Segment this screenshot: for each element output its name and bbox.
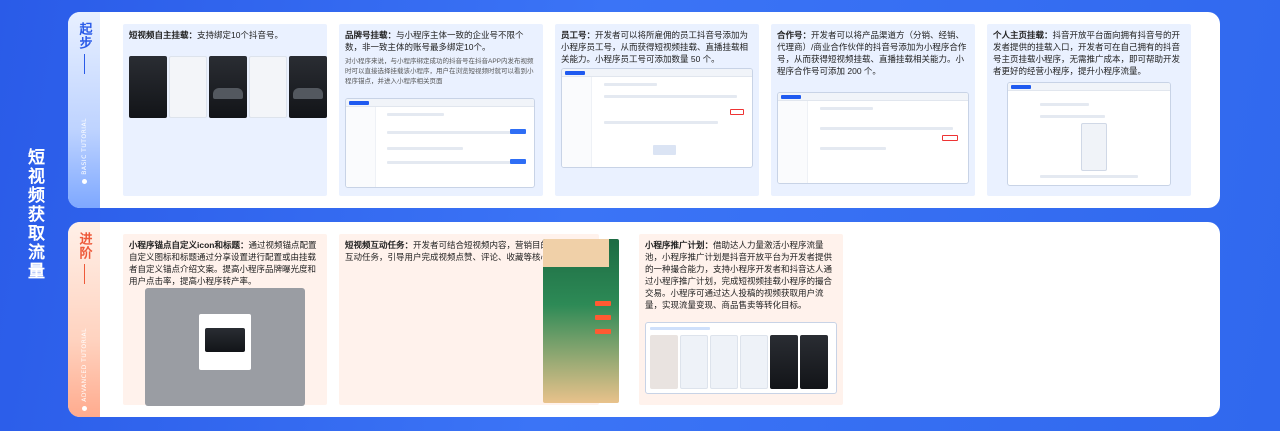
card-text: 小程序锚点自定义icon和标题：通过视频锚点配置自定义图标和标题通过分享设置进行… (129, 239, 321, 287)
card-employee-account: 员工号：开发者可以将所雇佣的员工抖音号添加为小程序员工号，从而获得短视频挂载、直… (555, 24, 759, 196)
card-title: 个人主页挂载： (993, 30, 1053, 40)
card-promotion-plan: 小程序推广计划：借助达人力量激活小程序流量池，小程序推广计划是抖音开放平台为开发… (639, 234, 843, 405)
page-title: 短视频获取流量 (24, 148, 44, 281)
dot-icon (81, 178, 87, 184)
advanced-tutorial-panel: 进阶 ADVANCED TUTORIAL 小程序锚点自定义icon和标题：通过视… (68, 222, 1220, 417)
phone-screenshot (249, 56, 287, 118)
card-text: 合作号：开发者可以将产品渠道方（分销、经销、代理商）/商业合作伙伴的抖音号添加为… (777, 29, 969, 77)
console-screenshot (1007, 82, 1171, 186)
card-desc: 支持绑定10个抖音号。 (197, 30, 283, 40)
basic-side-label: 起步 BASIC TUTORIAL (68, 12, 100, 208)
advanced-side-label: 进阶 ADVANCED TUTORIAL (68, 222, 100, 417)
card-text: 员工号：开发者可以将所雇佣的员工抖音号添加为小程序员工号，从而获得短视频挂载、直… (561, 29, 753, 65)
card-text: 短视频自主挂载：支持绑定10个抖音号。 (129, 29, 321, 41)
card-desc: 借助达人力量激活小程序流量池，小程序推广计划是抖音开放平台为开发者提供的一种撮合… (645, 240, 833, 310)
card-short-video-mount: 短视频自主挂载：支持绑定10个抖音号。 (123, 24, 327, 196)
dot-icon (81, 405, 87, 411)
card-text: 品牌号挂载：与小程序主体一致的企业号不限个数，非一致主体的账号最多绑定10个。 (345, 29, 537, 53)
card-text: 个人主页挂载：抖音开放平台面向拥有抖音号的开发者提供的挂载入口，开发者可在自己拥… (993, 29, 1185, 77)
card-text: 小程序推广计划：借助达人力量激活小程序流量池，小程序推广计划是抖音开放平台为开发… (645, 239, 837, 311)
basic-label-en: BASIC TUTORIAL (80, 118, 88, 175)
phone-screenshot (209, 56, 247, 118)
phone-screenshot (169, 56, 207, 118)
card-title: 小程序推广计划： (645, 240, 714, 250)
card-title: 合作号： (777, 30, 812, 40)
card-anchor-custom-icon: 小程序锚点自定义icon和标题：通过视频锚点配置自定义图标和标题通过分享设置进行… (123, 234, 327, 406)
card-title: 短视频互动任务： (345, 240, 414, 250)
card-title: 员工号： (561, 30, 596, 40)
card-subtext: 对小程序来说，与小程序绑定成功的抖音号在抖音APP内发布视频时可以直接选择挂载该… (345, 58, 534, 85)
phone-screenshot (543, 239, 619, 403)
dialog (199, 314, 252, 370)
phone-screenshot (289, 56, 327, 118)
advanced-label-cn: 进阶 (76, 232, 92, 260)
console-screenshot (561, 68, 753, 168)
advanced-label-en: ADVANCED TUTORIAL (80, 328, 88, 402)
basic-tutorial-panel: 起步 BASIC TUTORIAL 短视频自主挂载：支持绑定10个抖音号。 品牌… (68, 12, 1220, 208)
promotion-screenshot (645, 322, 837, 394)
console-screenshot (145, 288, 305, 406)
card-profile-mount: 个人主页挂载：抖音开放平台面向拥有抖音号的开发者提供的挂载入口，开发者可在自己拥… (987, 24, 1191, 196)
card-title: 小程序锚点自定义icon和标题： (129, 240, 249, 250)
console-screenshot (777, 92, 969, 184)
card-brand-account: 品牌号挂载：与小程序主体一致的企业号不限个数，非一致主体的账号最多绑定10个。 … (339, 24, 543, 196)
divider (83, 264, 85, 284)
console-screenshot (345, 98, 535, 188)
phone-screenshot (129, 56, 167, 118)
card-title: 品牌号挂载： (345, 30, 397, 40)
divider (83, 54, 85, 74)
card-title: 短视频自主挂载： (129, 30, 198, 40)
phone-screenshots (129, 56, 327, 118)
card-partner-account: 合作号：开发者可以将产品渠道方（分销、经销、代理商）/商业合作伙伴的抖音号添加为… (771, 24, 975, 196)
card-interactive-task: 短视频互动任务：开发者可结合短视频内容，营销目的打造定制化互动任务，引导用户完成… (339, 234, 619, 405)
basic-label-cn: 起步 (76, 22, 92, 50)
